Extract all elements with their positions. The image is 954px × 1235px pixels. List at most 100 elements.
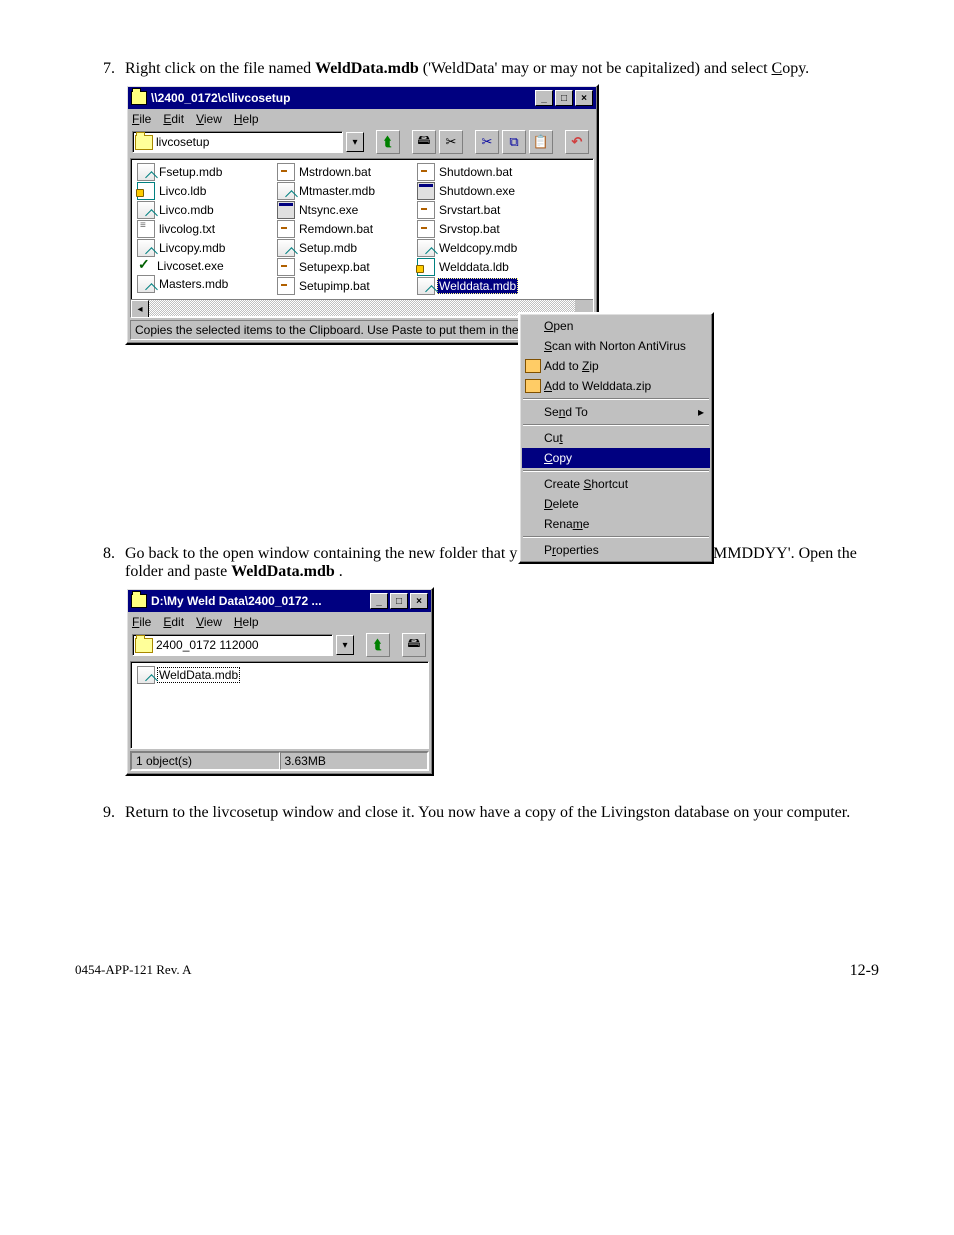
file-item-setupexp-bat[interactable]: Setupexp.bat bbox=[275, 258, 405, 276]
file-item-setup-mdb[interactable]: Setup.mdb bbox=[275, 239, 405, 257]
file-label: WeldData.mdb bbox=[157, 667, 240, 683]
file-item-livco-ldb[interactable]: Livco.ldb bbox=[135, 182, 265, 200]
explorer-window-2400-0172: D:\My Weld Data\2400_0172 ... _ □ × File… bbox=[125, 587, 434, 776]
step-number: 8. bbox=[75, 545, 125, 776]
ctx-add-to-zip[interactable]: Add to Zip bbox=[522, 356, 710, 376]
file-label: Ntsync.exe bbox=[297, 203, 360, 217]
file-label: Setupexp.bat bbox=[297, 260, 372, 274]
file-label: Weldcopy.mdb bbox=[437, 241, 519, 255]
maximize-button[interactable]: □ bbox=[390, 593, 408, 609]
address-text: livcosetup bbox=[156, 135, 340, 149]
up-button[interactable]: ⮬ bbox=[376, 130, 400, 154]
file-label: Srvstop.bat bbox=[437, 222, 502, 236]
file-item-welddata-mdb[interactable]: Welddata.mdb bbox=[415, 277, 545, 295]
file-label: Setupimp.bat bbox=[297, 279, 372, 293]
ctx-send-to[interactable]: Send To bbox=[522, 402, 710, 422]
bat-icon bbox=[277, 258, 295, 276]
paste-button[interactable]: 📋 bbox=[529, 130, 553, 154]
map-drive-button[interactable]: 🖴 bbox=[412, 130, 436, 154]
copy-button[interactable]: ⧉ bbox=[502, 130, 526, 154]
ctx-add-to-welddata-zip[interactable]: Add to Welddata.zip bbox=[522, 376, 710, 396]
file-item-fsetup-mdb[interactable]: Fsetup.mdb bbox=[135, 163, 265, 181]
file-item-srvstart-bat[interactable]: Srvstart.bat bbox=[415, 201, 545, 219]
mdb-icon bbox=[137, 201, 155, 219]
menu-help[interactable]: Help bbox=[234, 112, 259, 126]
minimize-button[interactable]: _ bbox=[370, 593, 388, 609]
disconnect-button[interactable]: ✂ bbox=[439, 130, 463, 154]
menu-file[interactable]: File bbox=[132, 112, 151, 126]
file-item-mstrdown-bat[interactable]: Mstrdown.bat bbox=[275, 163, 405, 181]
file-label: livcolog.txt bbox=[157, 222, 217, 236]
step-bold: WeldData.mdb bbox=[231, 563, 335, 580]
txt-icon bbox=[137, 220, 155, 238]
file-list-pane[interactable]: WeldData.mdb bbox=[130, 661, 429, 749]
file-item-livcolog-txt[interactable]: livcolog.txt bbox=[135, 220, 265, 238]
drive-icon: 🖴 bbox=[417, 131, 430, 153]
paste-icon: 📋 bbox=[533, 134, 549, 150]
file-item-srvstop-bat[interactable]: Srvstop.bat bbox=[415, 220, 545, 238]
menu-view[interactable]: View bbox=[196, 112, 222, 126]
mnemonic: C bbox=[772, 60, 783, 77]
menu-help[interactable]: Help bbox=[234, 615, 259, 629]
ctx-scan[interactable]: Scan with Norton AntiVirus bbox=[522, 336, 710, 356]
ctx-rename[interactable]: Rename bbox=[522, 514, 710, 534]
file-item-welddata-mdb[interactable]: WeldData.mdb bbox=[135, 666, 424, 684]
step-number: 9. bbox=[75, 804, 125, 822]
file-item-livco-mdb[interactable]: Livco.mdb bbox=[135, 201, 265, 219]
menu-file[interactable]: File bbox=[132, 615, 151, 629]
file-label: Mstrdown.bat bbox=[297, 165, 373, 179]
menu-edit[interactable]: Edit bbox=[163, 112, 184, 126]
close-button[interactable]: × bbox=[575, 90, 593, 106]
menu-bar: File Edit View Help bbox=[128, 613, 431, 631]
ldb-icon bbox=[137, 182, 155, 200]
file-item-mtmaster-mdb[interactable]: Mtmaster.mdb bbox=[275, 182, 405, 200]
bat-icon bbox=[277, 277, 295, 295]
mdb-icon bbox=[137, 239, 155, 257]
file-item-livcoset-exe[interactable]: Livcoset.exe bbox=[135, 258, 265, 274]
maximize-button[interactable]: □ bbox=[555, 90, 573, 106]
file-list-pane[interactable]: Fsetup.mdb Livco.ldbLivco.mdb livcolog.txt… bbox=[130, 158, 594, 318]
file-item-shutdown-bat[interactable]: Shutdown.bat bbox=[415, 163, 545, 181]
folder-icon bbox=[131, 91, 147, 105]
zip-icon bbox=[525, 359, 541, 373]
file-item-shutdown-exe[interactable]: Shutdown.exe bbox=[415, 182, 545, 200]
footer-page-number: 12-9 bbox=[850, 962, 879, 980]
up-button[interactable]: ⮬ bbox=[366, 633, 390, 657]
file-item-weldcopy-mdb[interactable]: Weldcopy.mdb bbox=[415, 239, 545, 257]
file-item-remdown-bat[interactable]: Remdown.bat bbox=[275, 220, 405, 238]
scroll-track[interactable] bbox=[149, 300, 575, 316]
map-drive-button[interactable]: 🖴 bbox=[402, 633, 426, 657]
folder-icon bbox=[135, 135, 153, 150]
file-item-livcopy-mdb[interactable]: Livcopy.mdb bbox=[135, 239, 265, 257]
cut-button[interactable]: ✂ bbox=[475, 130, 499, 154]
ctx-copy[interactable]: Copy bbox=[522, 448, 710, 468]
close-button[interactable]: × bbox=[410, 593, 428, 609]
separator bbox=[523, 536, 709, 538]
ctx-delete[interactable]: Delete bbox=[522, 494, 710, 514]
minimize-button[interactable]: _ bbox=[535, 90, 553, 106]
scroll-left-button[interactable]: ◂ bbox=[131, 300, 149, 318]
ctx-create-shortcut[interactable]: Create Shortcut bbox=[522, 474, 710, 494]
file-item-setupimp-bat[interactable]: Setupimp.bat bbox=[275, 277, 405, 295]
file-item-welddata-ldb[interactable]: Welddata.ldb bbox=[415, 258, 545, 276]
file-label: Shutdown.exe bbox=[437, 184, 517, 198]
address-combo[interactable]: 2400_0172 112000 bbox=[132, 634, 333, 656]
file-item-ntsync-exe[interactable]: Ntsync.exe bbox=[275, 201, 405, 219]
footer-doc-id: 0454-APP-121 Rev. A bbox=[75, 962, 192, 980]
menu-edit[interactable]: Edit bbox=[163, 615, 184, 629]
step-bold: WeldData.mdb bbox=[315, 60, 419, 77]
ctx-properties[interactable]: Properties bbox=[522, 540, 710, 560]
titlebar[interactable]: D:\My Weld Data\2400_0172 ... _ □ × bbox=[128, 590, 431, 612]
address-combo[interactable]: livcosetup bbox=[132, 131, 343, 153]
undo-button[interactable]: ↶ bbox=[565, 130, 589, 154]
address-dropdown[interactable] bbox=[336, 635, 354, 655]
file-label: Fsetup.mdb bbox=[157, 165, 224, 179]
ctx-open[interactable]: Open bbox=[522, 316, 710, 336]
menu-view[interactable]: View bbox=[196, 615, 222, 629]
titlebar[interactable]: \\2400_0172\c\livcosetup _ □ × bbox=[128, 87, 596, 109]
toolbar: 2400_0172 112000 ⮬ 🖴 bbox=[128, 631, 431, 659]
address-dropdown[interactable] bbox=[346, 132, 364, 152]
ctx-cut[interactable]: Cut bbox=[522, 428, 710, 448]
zip-icon bbox=[525, 379, 541, 393]
file-item-masters-mdb[interactable]: Masters.mdb bbox=[135, 275, 265, 293]
